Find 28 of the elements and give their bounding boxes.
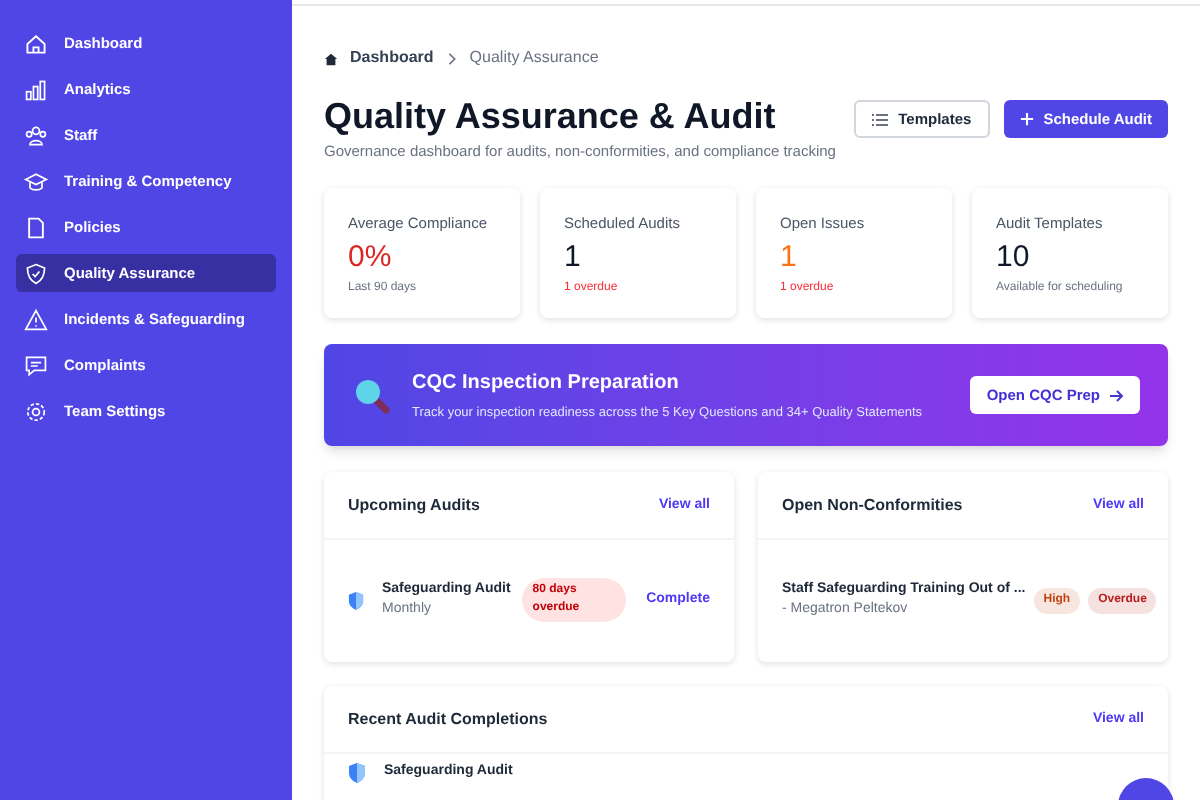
banner-title: CQC Inspection Preparation [412, 369, 681, 398]
home-icon [24, 31, 48, 55]
card-title: Upcoming Audits [348, 493, 480, 518]
shield-check-icon [24, 261, 48, 285]
arrow-right-icon [1108, 387, 1124, 404]
chevron-right-icon [445, 51, 458, 65]
settings-icon [24, 399, 48, 423]
page-title: Quality Assurance & Audit [324, 94, 778, 138]
document-icon [24, 215, 48, 239]
graduation-cap-icon [24, 169, 48, 193]
breadcrumb-link[interactable]: Dashboard [350, 46, 434, 70]
home-icon [324, 51, 338, 65]
shield-icon [348, 589, 364, 612]
bar-chart-icon [24, 77, 48, 101]
card-title: Recent Audit Completions [348, 707, 548, 732]
people-icon [24, 123, 48, 147]
stat-value: 1 [564, 239, 583, 275]
breadcrumb-current: Quality Assurance [469, 46, 599, 70]
warning-icon [24, 307, 48, 331]
shield-icon [348, 762, 366, 785]
card-title: Open Non-Conformities [782, 493, 963, 518]
plus-icon [1019, 112, 1034, 126]
stat-value: 0% [348, 239, 394, 275]
magnifier-icon [352, 375, 392, 416]
chat-icon [24, 353, 48, 377]
stat-value: 1 [780, 239, 799, 275]
list-icon [872, 113, 889, 125]
stat-value: 10 [996, 239, 1032, 275]
